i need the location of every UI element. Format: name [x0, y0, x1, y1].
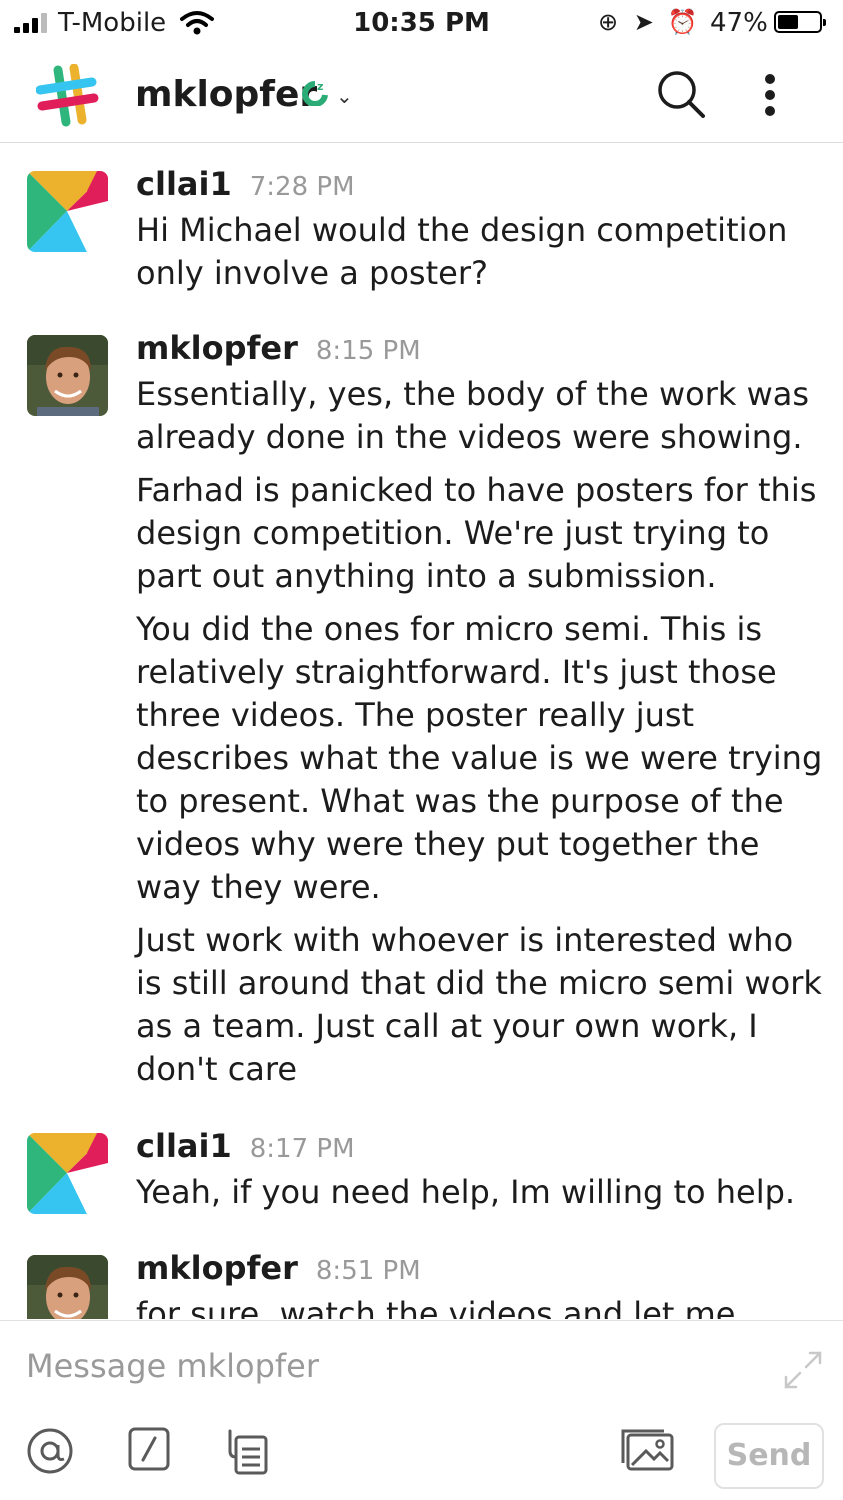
send-button[interactable]: Send [714, 1423, 824, 1489]
location-icon: ➤ [633, 8, 654, 36]
message-text: Just work with whoever is interested who… [136, 921, 822, 1088]
image-gallery-icon[interactable] [620, 1427, 674, 1473]
default-avatar-icon [27, 1133, 108, 1214]
attach-file-icon[interactable] [224, 1427, 268, 1475]
user-photo-icon [27, 1255, 108, 1319]
avatar[interactable] [27, 1255, 108, 1319]
search-icon[interactable] [655, 68, 707, 120]
more-options-icon[interactable] [750, 72, 790, 118]
message-text: You did the ones for micro semi. This is… [136, 610, 823, 906]
message-text: Essentially, yes, the body of the work w… [136, 375, 810, 456]
conversation-title[interactable]: mklopfer [135, 74, 317, 115]
message-text: for sure, watch the videos and let me kn… [136, 1295, 736, 1319]
orientation-lock-icon: ⊕ [598, 8, 619, 36]
message-list[interactable]: cllai1 7:28 PM Hi Michael would the desig… [0, 143, 843, 1319]
avatar[interactable] [27, 171, 108, 252]
author-name[interactable]: cllai1 [136, 165, 232, 203]
channel-header: mklopfer z ⌄ [0, 46, 843, 143]
message-text: Farhad is panicked to have posters for t… [136, 471, 817, 595]
timestamp: 7:28 PM [249, 172, 355, 202]
user-photo-icon [27, 335, 108, 416]
battery-icon [774, 11, 826, 33]
message-input[interactable]: Message mklopfer [26, 1347, 319, 1385]
slash-command-icon[interactable] [128, 1427, 170, 1471]
author-name[interactable]: mklopfer [136, 1249, 298, 1287]
timestamp: 8:51 PM [315, 1256, 421, 1286]
message-text: Yeah, if you need help, Im willing to he… [136, 1173, 796, 1211]
away-zz-icon: z [302, 80, 328, 106]
avatar[interactable] [27, 1133, 108, 1214]
battery-percent: 47% [710, 8, 768, 38]
timestamp: 8:17 PM [249, 1134, 355, 1164]
default-avatar-icon [27, 171, 108, 252]
avatar[interactable] [27, 335, 108, 416]
message-text: Hi Michael would the design competition … [136, 211, 788, 292]
alarm-icon: ⏰ [667, 8, 698, 36]
author-name[interactable]: mklopfer [136, 329, 298, 367]
timestamp: 8:15 PM [315, 336, 421, 366]
author-name[interactable]: cllai1 [136, 1127, 232, 1165]
status-bar: T-Mobile 10:35 PM ⊕ ➤ ⏰ 47% [0, 0, 843, 46]
chevron-down-icon[interactable]: ⌄ [336, 84, 353, 108]
expand-icon[interactable] [782, 1349, 824, 1391]
svg-text:z: z [317, 80, 323, 93]
mention-icon[interactable] [26, 1427, 74, 1475]
slack-logo-icon[interactable] [36, 64, 100, 128]
message-composer: Message mklopfer Send [0, 1320, 843, 1500]
